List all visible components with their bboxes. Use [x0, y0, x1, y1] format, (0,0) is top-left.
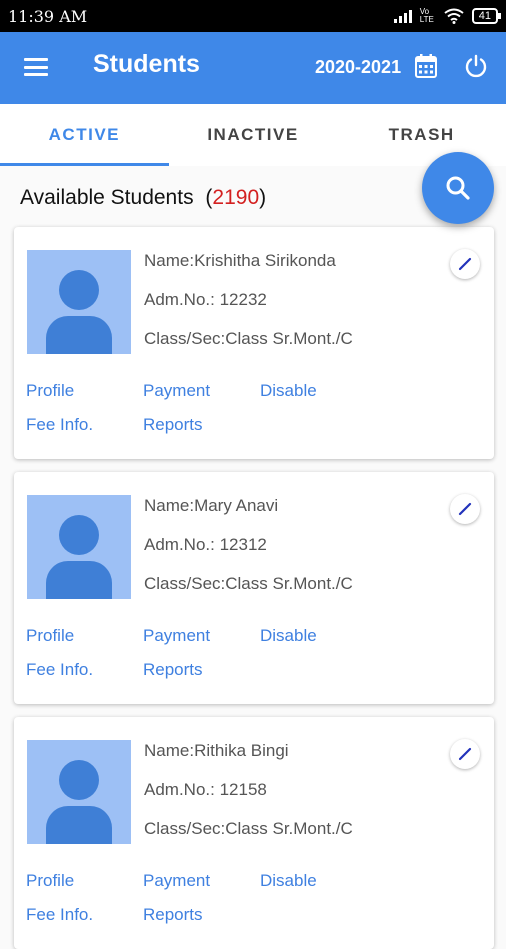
avatar-placeholder-icon [27, 250, 131, 354]
battery-icon: 41 [471, 8, 502, 24]
tab-active[interactable]: ACTIVE [0, 104, 169, 166]
edit-button[interactable] [450, 739, 480, 769]
student-count: 2190 [212, 186, 260, 209]
student-card: Name:Mary Anavi Adm.No.: 12312 Class/Sec… [14, 472, 494, 704]
student-name: Name:Mary Anavi [144, 496, 279, 515]
power-icon[interactable] [464, 54, 488, 78]
disable-link[interactable]: Disable [260, 626, 317, 646]
search-button[interactable] [422, 152, 494, 224]
page-title: Students [93, 50, 200, 78]
profile-link[interactable]: Profile [26, 871, 74, 891]
tab-bar: ACTIVE INACTIVE TRASH [0, 104, 506, 166]
student-name: Name:Krishitha Sirikonda [144, 251, 336, 270]
fee-info-link[interactable]: Fee Info. [26, 905, 93, 925]
edit-pencil-icon [458, 257, 472, 271]
student-name: Name:Rithika Bingi [144, 741, 289, 760]
tab-inactive[interactable]: INACTIVE [169, 104, 338, 166]
student-card: Name:Rithika Bingi Adm.No.: 12158 Class/… [14, 717, 494, 949]
academic-year[interactable]: 2020-2021 [315, 57, 401, 78]
reports-link[interactable]: Reports [143, 660, 203, 680]
reports-link[interactable]: Reports [143, 905, 203, 925]
student-class: Class/Sec:Class Sr.Mont./C [144, 819, 353, 838]
app-bar: Students 2020-2021 [0, 32, 506, 104]
wifi-icon [444, 8, 464, 24]
edit-pencil-icon [458, 502, 472, 516]
edit-button[interactable] [450, 494, 480, 524]
student-adm-no: Adm.No.: 12158 [144, 780, 267, 799]
profile-link[interactable]: Profile [26, 626, 74, 646]
student-adm-no: Adm.No.: 12312 [144, 535, 267, 554]
student-class: Class/Sec:Class Sr.Mont./C [144, 574, 353, 593]
menu-icon[interactable] [24, 58, 48, 76]
profile-link[interactable]: Profile [26, 381, 74, 401]
available-students-heading: Available Students (2190) [20, 186, 266, 210]
calendar-icon[interactable] [415, 54, 437, 78]
payment-link[interactable]: Payment [143, 871, 210, 891]
network-type: Vo LTE [419, 7, 434, 24]
avatar-placeholder-icon [27, 495, 131, 599]
signal-icon [393, 9, 412, 23]
student-class: Class/Sec:Class Sr.Mont./C [144, 329, 353, 348]
disable-link[interactable]: Disable [260, 871, 317, 891]
fee-info-link[interactable]: Fee Info. [26, 660, 93, 680]
avatar-placeholder-icon [27, 740, 131, 844]
edit-pencil-icon [458, 747, 472, 761]
student-card: Name:Krishitha Sirikonda Adm.No.: 12232 … [14, 227, 494, 459]
status-bar: 11:39 AM Vo LTE 41 [0, 0, 506, 32]
fee-info-link[interactable]: Fee Info. [26, 415, 93, 435]
payment-link[interactable]: Payment [143, 626, 210, 646]
student-adm-no: Adm.No.: 12232 [144, 290, 267, 309]
search-icon [446, 176, 470, 200]
available-students-label: Available Students [20, 186, 194, 209]
status-icons: Vo LTE 41 [393, 7, 502, 24]
disable-link[interactable]: Disable [260, 381, 317, 401]
status-time: 11:39 AM [8, 6, 88, 26]
tab-trash[interactable]: TRASH [337, 104, 506, 166]
payment-link[interactable]: Payment [143, 381, 210, 401]
edit-button[interactable] [450, 249, 480, 279]
reports-link[interactable]: Reports [143, 415, 203, 435]
count-close-paren: ) [259, 186, 267, 209]
